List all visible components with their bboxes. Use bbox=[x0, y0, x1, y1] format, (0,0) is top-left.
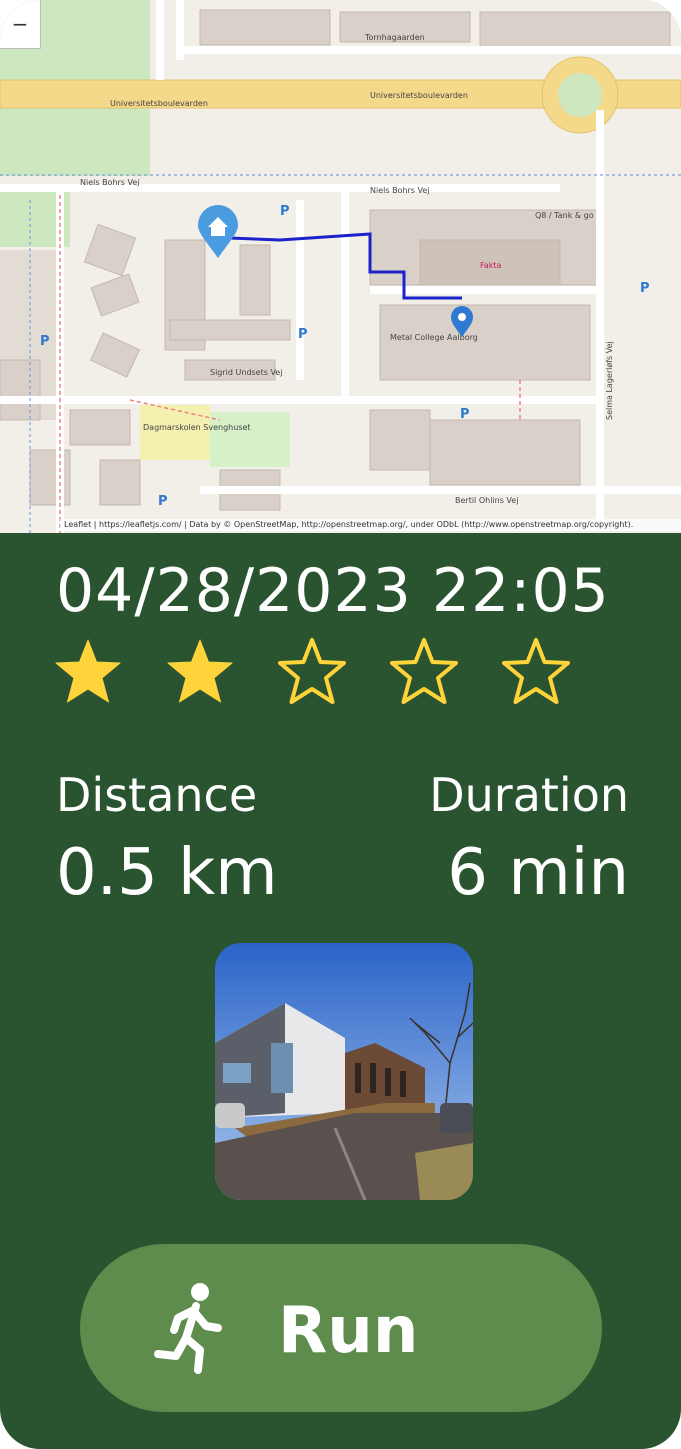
svg-text:P: P bbox=[158, 494, 168, 509]
duration-value: 6 min bbox=[447, 836, 629, 910]
distance-label: Distance bbox=[56, 768, 258, 822]
running-person-icon bbox=[154, 1283, 222, 1374]
svg-text:Selma Lagerløfs Vej: Selma Lagerløfs Vej bbox=[605, 341, 614, 420]
svg-text:P: P bbox=[40, 334, 50, 349]
svg-text:Universitetsboulevarden: Universitetsboulevarden bbox=[110, 99, 208, 108]
run-detail-card: Tornhagaarden Universitetsboulevarden Un… bbox=[0, 0, 681, 1449]
svg-text:Dagmarskolen Svenghuset: Dagmarskolen Svenghuset bbox=[143, 423, 251, 432]
distance-value: 0.5 km bbox=[56, 836, 278, 910]
home-marker-icon[interactable] bbox=[196, 205, 240, 259]
star-filled-icon[interactable] bbox=[164, 636, 236, 708]
duration-label: Duration bbox=[429, 768, 629, 822]
run-button-label: Run bbox=[278, 1294, 419, 1368]
star-outline-icon[interactable] bbox=[276, 636, 348, 708]
svg-text:Niels Bohrs Vej: Niels Bohrs Vej bbox=[80, 178, 140, 187]
route-map[interactable]: Tornhagaarden Universitetsboulevarden Un… bbox=[0, 0, 681, 533]
star-outline-icon[interactable] bbox=[388, 636, 460, 708]
map-tiles: Tornhagaarden Universitetsboulevarden Un… bbox=[0, 0, 681, 533]
svg-text:P: P bbox=[280, 204, 290, 219]
location-pin-icon[interactable] bbox=[450, 306, 474, 338]
run-datetime: 04/28/2023 22:05 bbox=[56, 556, 610, 626]
svg-text:Q8 / Tank & go: Q8 / Tank & go bbox=[535, 211, 594, 220]
svg-text:Tornhagaarden: Tornhagaarden bbox=[364, 33, 425, 42]
rating-stars[interactable] bbox=[52, 636, 572, 708]
building-photo-image bbox=[215, 943, 473, 1200]
star-outline-icon[interactable] bbox=[500, 636, 572, 708]
svg-text:Bertil Ohlins Vej: Bertil Ohlins Vej bbox=[455, 496, 518, 505]
map-attribution[interactable]: Leaflet | https://leafletjs.com/ | Data … bbox=[60, 519, 681, 531]
svg-text:P: P bbox=[460, 407, 470, 422]
svg-text:Fakta: Fakta bbox=[480, 261, 502, 270]
svg-text:Niels Bohrs Vej: Niels Bohrs Vej bbox=[370, 186, 430, 195]
svg-text:P: P bbox=[640, 281, 650, 296]
zoom-out-button[interactable]: − bbox=[0, 0, 41, 49]
svg-text:Universitetsboulevarden: Universitetsboulevarden bbox=[370, 91, 468, 100]
run-photo[interactable] bbox=[215, 943, 473, 1200]
run-button[interactable]: Run bbox=[80, 1244, 602, 1412]
star-filled-icon[interactable] bbox=[52, 636, 124, 708]
svg-text:P: P bbox=[298, 327, 308, 342]
svg-text:Sigrid Undsets Vej: Sigrid Undsets Vej bbox=[210, 368, 282, 377]
